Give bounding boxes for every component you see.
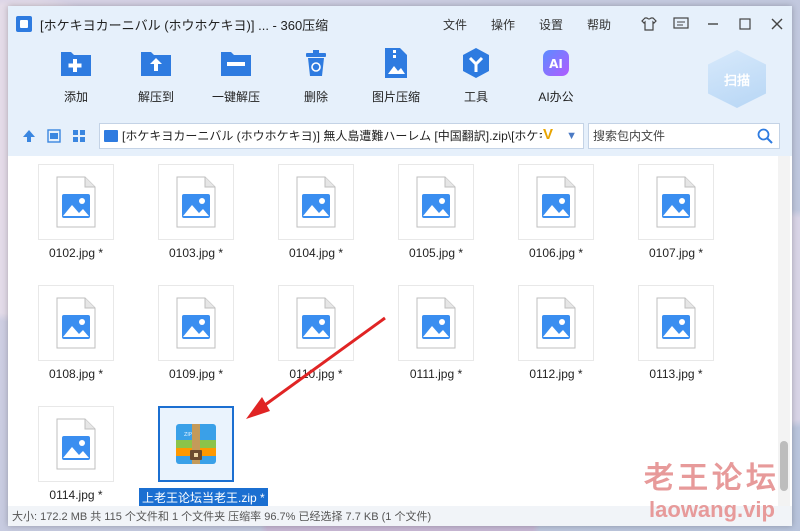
file-name: 0110.jpg * xyxy=(289,367,343,381)
image-file-icon xyxy=(278,285,354,361)
add-label: 添加 xyxy=(63,90,88,104)
menu-bar: 文件 操作 设置 帮助 xyxy=(443,6,635,42)
watermark-cn: 老王论坛 xyxy=(644,462,780,495)
file-name: 0105.jpg * xyxy=(408,246,464,260)
image-file-item[interactable]: 0108.jpg * xyxy=(21,285,131,395)
search-icon[interactable] xyxy=(757,128,773,149)
skin-icon[interactable] xyxy=(640,15,658,33)
file-name: 0107.jpg * xyxy=(648,246,704,260)
file-name: 0104.jpg * xyxy=(288,246,344,260)
file-name: 0113.jpg * xyxy=(649,367,703,381)
image-compress-button[interactable]: 图片压缩 xyxy=(356,42,436,105)
image-file-icon xyxy=(278,164,354,240)
grid-view-icon[interactable] xyxy=(68,125,90,147)
image-file-item[interactable]: 0105.jpg * xyxy=(381,164,491,274)
extract-to-label: 解压到 xyxy=(137,90,174,104)
file-name: 0102.jpg * xyxy=(48,246,104,260)
ai-office-button[interactable]: AI AI办公 xyxy=(516,42,596,105)
scrollbar-thumb[interactable] xyxy=(780,441,788,491)
image-file-icon xyxy=(518,164,594,240)
image-compress-icon xyxy=(378,46,414,80)
extract-to-icon xyxy=(138,46,174,80)
close-icon[interactable] xyxy=(768,15,786,33)
image-file-icon xyxy=(638,164,714,240)
window-controls xyxy=(640,6,786,42)
image-file-item[interactable]: 0112.jpg * xyxy=(501,285,611,395)
image-file-item[interactable]: 0110.jpg * xyxy=(261,285,371,395)
one-click-extract-button[interactable]: 一键解压 xyxy=(196,42,276,105)
menu-help[interactable]: 帮助 xyxy=(587,16,635,33)
add-icon xyxy=(58,46,94,80)
title-bar: [ホケキヨカーニバル (ホウホケキヨ)] ... - 360压缩 文件 操作 设… xyxy=(8,6,792,42)
file-name: 上老王论坛当老王.zip * xyxy=(139,488,268,507)
image-file-icon xyxy=(638,285,714,361)
image-file-icon xyxy=(158,164,234,240)
path-text: [ホケキヨカーニバル (ホウホケキヨ)] 無人島遭難ハーレム [中国翻訳].zi… xyxy=(122,129,542,143)
file-name: 0109.jpg * xyxy=(168,367,224,381)
image-file-item[interactable]: 0109.jpg * xyxy=(141,285,251,395)
v-badge-icon: V xyxy=(542,125,553,143)
image-file-item[interactable]: 0102.jpg * xyxy=(21,164,131,274)
ai-office-icon: AI xyxy=(538,46,574,80)
list-view-icon[interactable] xyxy=(43,125,65,147)
delete-button[interactable]: 删除 xyxy=(276,42,356,105)
image-file-icon xyxy=(158,285,234,361)
ai-office-label: AI办公 xyxy=(538,90,574,104)
image-file-icon xyxy=(398,285,474,361)
image-file-item[interactable]: 0107.jpg * xyxy=(621,164,731,274)
file-name: 0106.jpg * xyxy=(528,246,584,260)
menu-file[interactable]: 文件 xyxy=(443,16,491,33)
tools-button[interactable]: 工具 xyxy=(436,42,516,105)
delete-icon xyxy=(298,46,334,80)
extract-to-button[interactable]: 解压到 xyxy=(116,42,196,105)
tools-icon xyxy=(458,46,494,80)
image-file-icon xyxy=(38,164,114,240)
menu-operation[interactable]: 操作 xyxy=(491,16,539,33)
image-file-icon xyxy=(398,164,474,240)
svg-text:ZIP: ZIP xyxy=(184,432,192,438)
toolbar: 添加 解压到 一键解压 删除 图片压缩 工具 AI AI办公 扫描 xyxy=(8,42,792,115)
image-compress-label: 图片压缩 xyxy=(371,90,420,104)
file-name: 0103.jpg * xyxy=(168,246,224,260)
feedback-icon[interactable] xyxy=(672,15,690,33)
tools-label: 工具 xyxy=(463,90,488,104)
file-name: 0114.jpg * xyxy=(49,488,103,502)
menu-settings[interactable]: 设置 xyxy=(539,16,587,33)
minimize-icon[interactable] xyxy=(704,15,722,33)
one-click-extract-label: 一键解压 xyxy=(211,90,260,104)
file-name: 0111.jpg * xyxy=(409,367,463,381)
image-file-icon xyxy=(38,285,114,361)
image-file-item[interactable]: 0114.jpg * xyxy=(21,406,131,516)
path-field[interactable]: [ホケキヨカーニバル (ホウホケキヨ)] 無人島遭難ハーレム [中国翻訳].zi… xyxy=(99,122,584,149)
image-file-item[interactable]: 0106.jpg * xyxy=(501,164,611,274)
image-file-icon xyxy=(518,285,594,361)
app-window: [ホケキヨカーニバル (ホウホケキヨ)] ... - 360压缩 文件 操作 设… xyxy=(8,6,792,526)
zip-archive-icon: ZIP xyxy=(158,406,234,482)
watermark-en: laowang.vip xyxy=(649,497,775,522)
image-file-item[interactable]: 0111.jpg * xyxy=(381,285,491,395)
app-logo-icon xyxy=(16,16,32,32)
one-click-extract-icon xyxy=(218,46,254,80)
file-name: 0108.jpg * xyxy=(48,367,104,381)
search-input[interactable] xyxy=(593,128,753,143)
image-file-item[interactable]: 0113.jpg * xyxy=(621,285,731,395)
zip-file-item[interactable]: ZIP 上老王论坛当老王.zip * xyxy=(139,406,268,516)
chevron-down-icon[interactable]: ▼ xyxy=(566,130,577,142)
search-field[interactable] xyxy=(588,122,780,149)
address-bar: [ホケキヨカーニバル (ホウホケキヨ)] 無人島遭難ハーレム [中国翻訳].zi… xyxy=(8,115,792,156)
add-button[interactable]: 添加 xyxy=(36,42,116,105)
up-arrow-icon[interactable] xyxy=(18,125,40,147)
image-file-icon xyxy=(38,406,114,482)
file-name: 0112.jpg * xyxy=(529,367,583,381)
folder-icon xyxy=(104,129,118,142)
watermark: 老王论坛 laowang.vip xyxy=(644,453,780,523)
maximize-icon[interactable] xyxy=(736,15,754,33)
image-file-item[interactable]: 0103.jpg * xyxy=(141,164,251,274)
svg-text:AI: AI xyxy=(549,57,563,71)
scan-button[interactable]: 扫描 xyxy=(708,50,766,108)
window-title: [ホケキヨカーニバル (ホウホケキヨ)] ... - 360压缩 xyxy=(40,17,329,33)
delete-label: 删除 xyxy=(303,90,328,104)
image-file-item[interactable]: 0104.jpg * xyxy=(261,164,371,274)
